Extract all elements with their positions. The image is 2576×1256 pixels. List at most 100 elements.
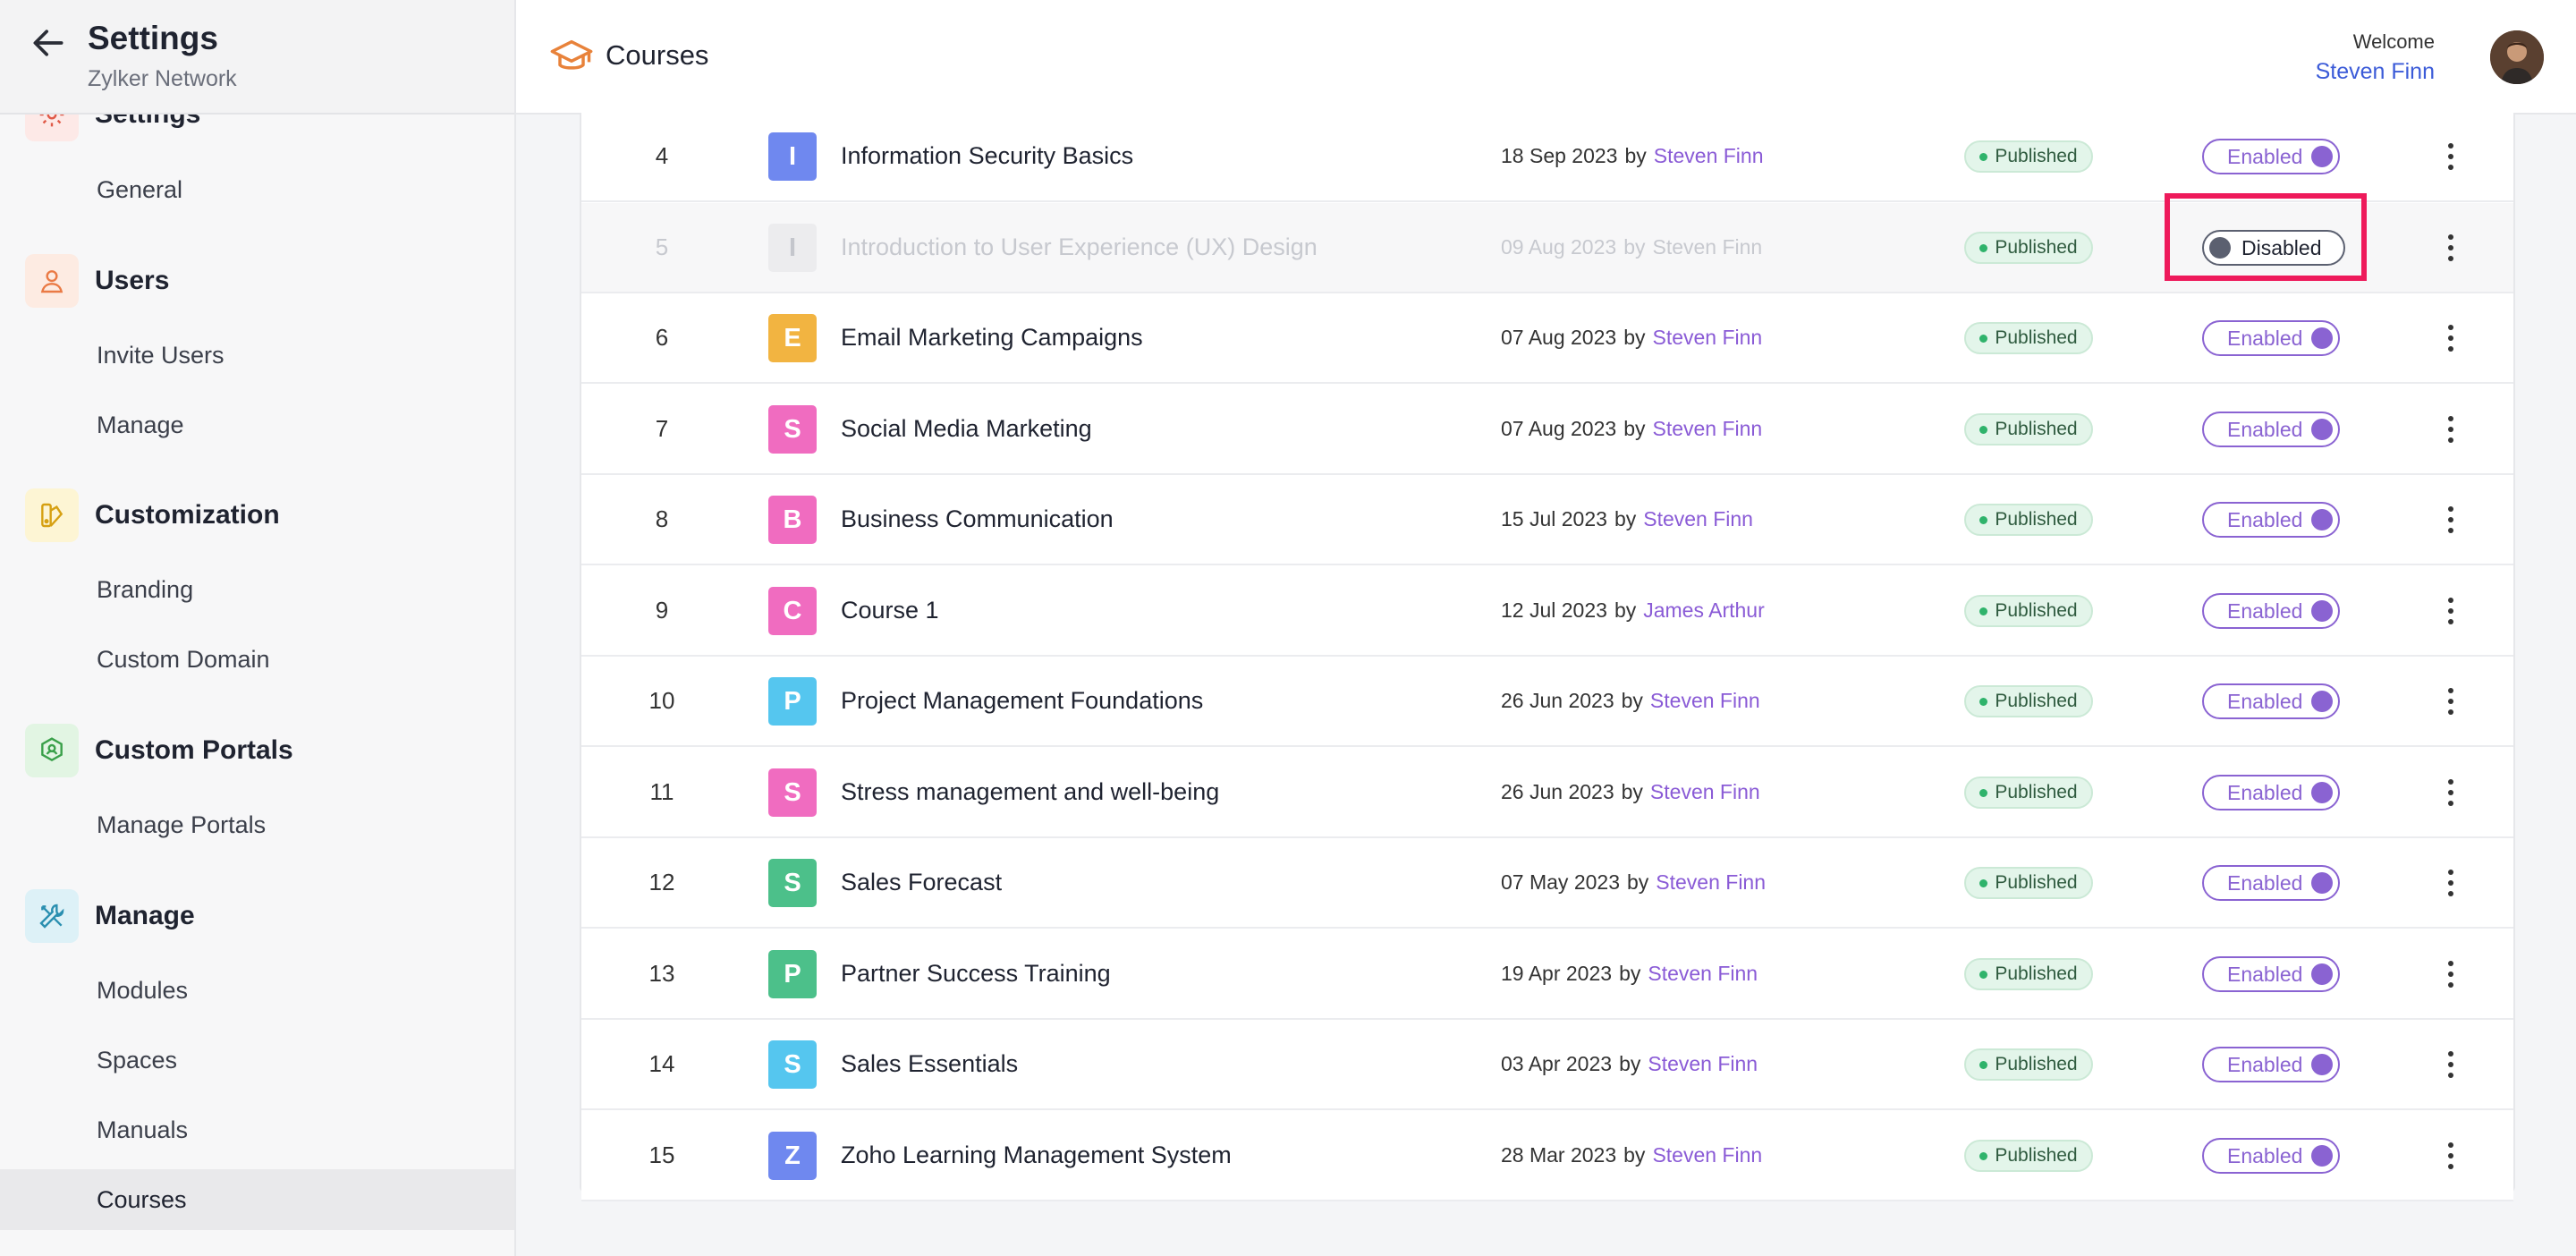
more-options-icon[interactable]	[2433, 316, 2469, 361]
course-name[interactable]: Project Management Foundations	[841, 657, 1203, 745]
table-row[interactable]: 13 P Partner Success Training 19 Apr 2023 by…	[581, 929, 2513, 1020]
course-author-link[interactable]: Steven Finn	[1656, 870, 1766, 895]
course-author-link[interactable]: Steven Finn	[1648, 1052, 1758, 1076]
more-options-icon[interactable]	[2433, 1042, 2469, 1087]
group-label: Manage	[95, 901, 195, 930]
course-name[interactable]: Introduction to User Experience (UX) Des…	[841, 203, 1318, 292]
course-name[interactable]: Information Security Basics	[841, 112, 1133, 200]
course-date: 28 Mar 2023	[1501, 1143, 1617, 1167]
course-status-toggle[interactable]: Disabled	[2202, 230, 2345, 266]
course-status-toggle[interactable]: Enabled	[2202, 683, 2340, 719]
status-label: Published	[1995, 237, 2078, 258]
course-avatar-letter: Z	[768, 1132, 817, 1180]
avatar[interactable]	[2490, 30, 2544, 84]
course-status-toggle[interactable]: Enabled	[2202, 1047, 2340, 1082]
course-name[interactable]: Sales Forecast	[841, 838, 1002, 927]
course-status-toggle[interactable]: Enabled	[2202, 139, 2340, 174]
sidebar-item-custom-domain[interactable]: Custom Domain	[0, 629, 514, 690]
course-name[interactable]: Zoho Learning Management System	[841, 1111, 1232, 1200]
sidebar-item-branding[interactable]: Branding	[0, 559, 514, 620]
course-name[interactable]: Sales Essentials	[841, 1020, 1018, 1108]
status-label: Published	[1995, 872, 2078, 893]
course-status-toggle[interactable]: Enabled	[2202, 502, 2340, 538]
table-row[interactable]: 14 S Sales Essentials 03 Apr 2023 by Steven F…	[581, 1020, 2513, 1110]
course-name[interactable]: Business Communication	[841, 475, 1114, 564]
table-row[interactable]: 7 S Social Media Marketing 07 Aug 2023 by Ste…	[581, 385, 2513, 475]
course-status-toggle[interactable]: Enabled	[2202, 865, 2340, 901]
course-author-link[interactable]: Steven Finn	[1652, 326, 1762, 350]
course-avatar-letter: E	[768, 314, 817, 362]
course-name[interactable]: Social Media Marketing	[841, 385, 1092, 473]
course-name[interactable]: Course 1	[841, 566, 939, 655]
course-date-info: 28 Mar 2023 by Steven Finn	[1501, 1111, 1762, 1200]
sidebar-item-manage-portals[interactable]: Manage Portals	[0, 794, 514, 855]
more-options-icon[interactable]	[2433, 134, 2469, 179]
more-options-icon[interactable]	[2433, 770, 2469, 815]
status-dot-icon	[1979, 425, 1988, 434]
course-author-link[interactable]: Steven Finn	[1652, 417, 1762, 441]
back-arrow-icon[interactable]	[29, 23, 68, 63]
course-name[interactable]: Partner Success Training	[841, 929, 1111, 1018]
sidebar-item-courses[interactable]: Courses	[0, 1169, 514, 1230]
course-author-link[interactable]: Steven Finn	[1648, 962, 1758, 986]
status-badge: Published	[1964, 595, 2093, 627]
table-row[interactable]: 6 E Email Marketing Campaigns 07 Aug 2023 by…	[581, 293, 2513, 384]
table-row[interactable]: 9 C Course 1 12 Jul 2023 by James Arthur Publi…	[581, 566, 2513, 657]
course-author-link[interactable]: Steven Finn	[1650, 689, 1760, 713]
more-options-icon[interactable]	[2433, 952, 2469, 997]
course-name[interactable]: Email Marketing Campaigns	[841, 293, 1143, 382]
course-author-link[interactable]: Steven Finn	[1652, 1143, 1762, 1167]
brush-icon	[25, 488, 79, 542]
sidebar-item-invite-users[interactable]: Invite Users	[0, 325, 514, 386]
sidebar-item-spaces[interactable]: Spaces	[0, 1030, 514, 1091]
table-row[interactable]: 5 I Introduction to User Experience (UX) D…	[581, 203, 2513, 293]
sidebar-item-manage-users[interactable]: Manage	[0, 395, 514, 455]
course-author-link[interactable]: Steven Finn	[1654, 144, 1764, 168]
sidebar-subtitle: Zylker Network	[88, 66, 237, 91]
group-manage[interactable]: Manage	[25, 889, 195, 943]
course-status-toggle[interactable]: Enabled	[2202, 412, 2340, 447]
toggle-label: Enabled	[2227, 1052, 2303, 1076]
by-label: by	[1614, 507, 1637, 530]
group-users[interactable]: Users	[25, 254, 169, 308]
course-status-toggle[interactable]: Enabled	[2202, 593, 2340, 629]
course-author-link[interactable]: James Arthur	[1643, 598, 1765, 623]
course-name[interactable]: Stress management and well-being	[841, 748, 1219, 836]
course-date-info: 15 Jul 2023 by Steven Finn	[1501, 475, 1753, 564]
status-badge: Published	[1964, 504, 2093, 536]
sidebar-item-modules[interactable]: Modules	[0, 960, 514, 1021]
row-number: 12	[648, 869, 675, 895]
table-row[interactable]: 8 B Business Communication 15 Jul 2023 by Ste…	[581, 475, 2513, 565]
more-options-icon[interactable]	[2433, 497, 2469, 542]
more-options-icon[interactable]	[2433, 225, 2469, 270]
course-status-toggle[interactable]: Enabled	[2202, 775, 2340, 810]
toggle-knob-icon	[2311, 419, 2333, 440]
status-label: Published	[1995, 1054, 2078, 1074]
more-options-icon[interactable]	[2433, 1133, 2469, 1178]
more-options-icon[interactable]	[2433, 589, 2469, 633]
group-customization[interactable]: Customization	[25, 488, 280, 542]
course-author-link[interactable]: Steven Finn	[1652, 235, 1762, 259]
more-options-icon[interactable]	[2433, 861, 2469, 905]
group-custom-portals[interactable]: Custom Portals	[25, 724, 293, 777]
course-status-toggle[interactable]: Enabled	[2202, 956, 2340, 992]
more-options-icon[interactable]	[2433, 679, 2469, 724]
course-author-link[interactable]: Steven Finn	[1650, 780, 1760, 804]
course-status-toggle[interactable]: Enabled	[2202, 1138, 2340, 1174]
user-name-link[interactable]: Steven Finn	[2316, 59, 2435, 85]
table-row[interactable]: 4 I Information Security Basics 18 Sep 2023…	[581, 112, 2513, 202]
status-badge: Published	[1964, 232, 2093, 264]
status-badge: Published	[1964, 1048, 2093, 1081]
more-options-icon[interactable]	[2433, 407, 2469, 452]
sidebar: Settings Settings Zylker Network General…	[0, 0, 516, 1256]
table-row[interactable]: 12 S Sales Forecast 07 May 2023 by Steven Fin…	[581, 838, 2513, 929]
toggle-knob-icon	[2311, 327, 2333, 349]
table-row[interactable]: 11 S Stress management and well-being 26 Ju…	[581, 748, 2513, 838]
status-dot-icon	[1979, 1151, 1988, 1160]
table-row[interactable]: 10 P Project Management Foundations 26 Jun …	[581, 657, 2513, 747]
course-status-toggle[interactable]: Enabled	[2202, 320, 2340, 356]
table-row[interactable]: 15 Z Zoho Learning Management System 28 Mar…	[581, 1111, 2513, 1201]
sidebar-item-general[interactable]: General	[0, 159, 514, 220]
course-author-link[interactable]: Steven Finn	[1643, 507, 1753, 531]
sidebar-item-manuals[interactable]: Manuals	[0, 1099, 514, 1160]
